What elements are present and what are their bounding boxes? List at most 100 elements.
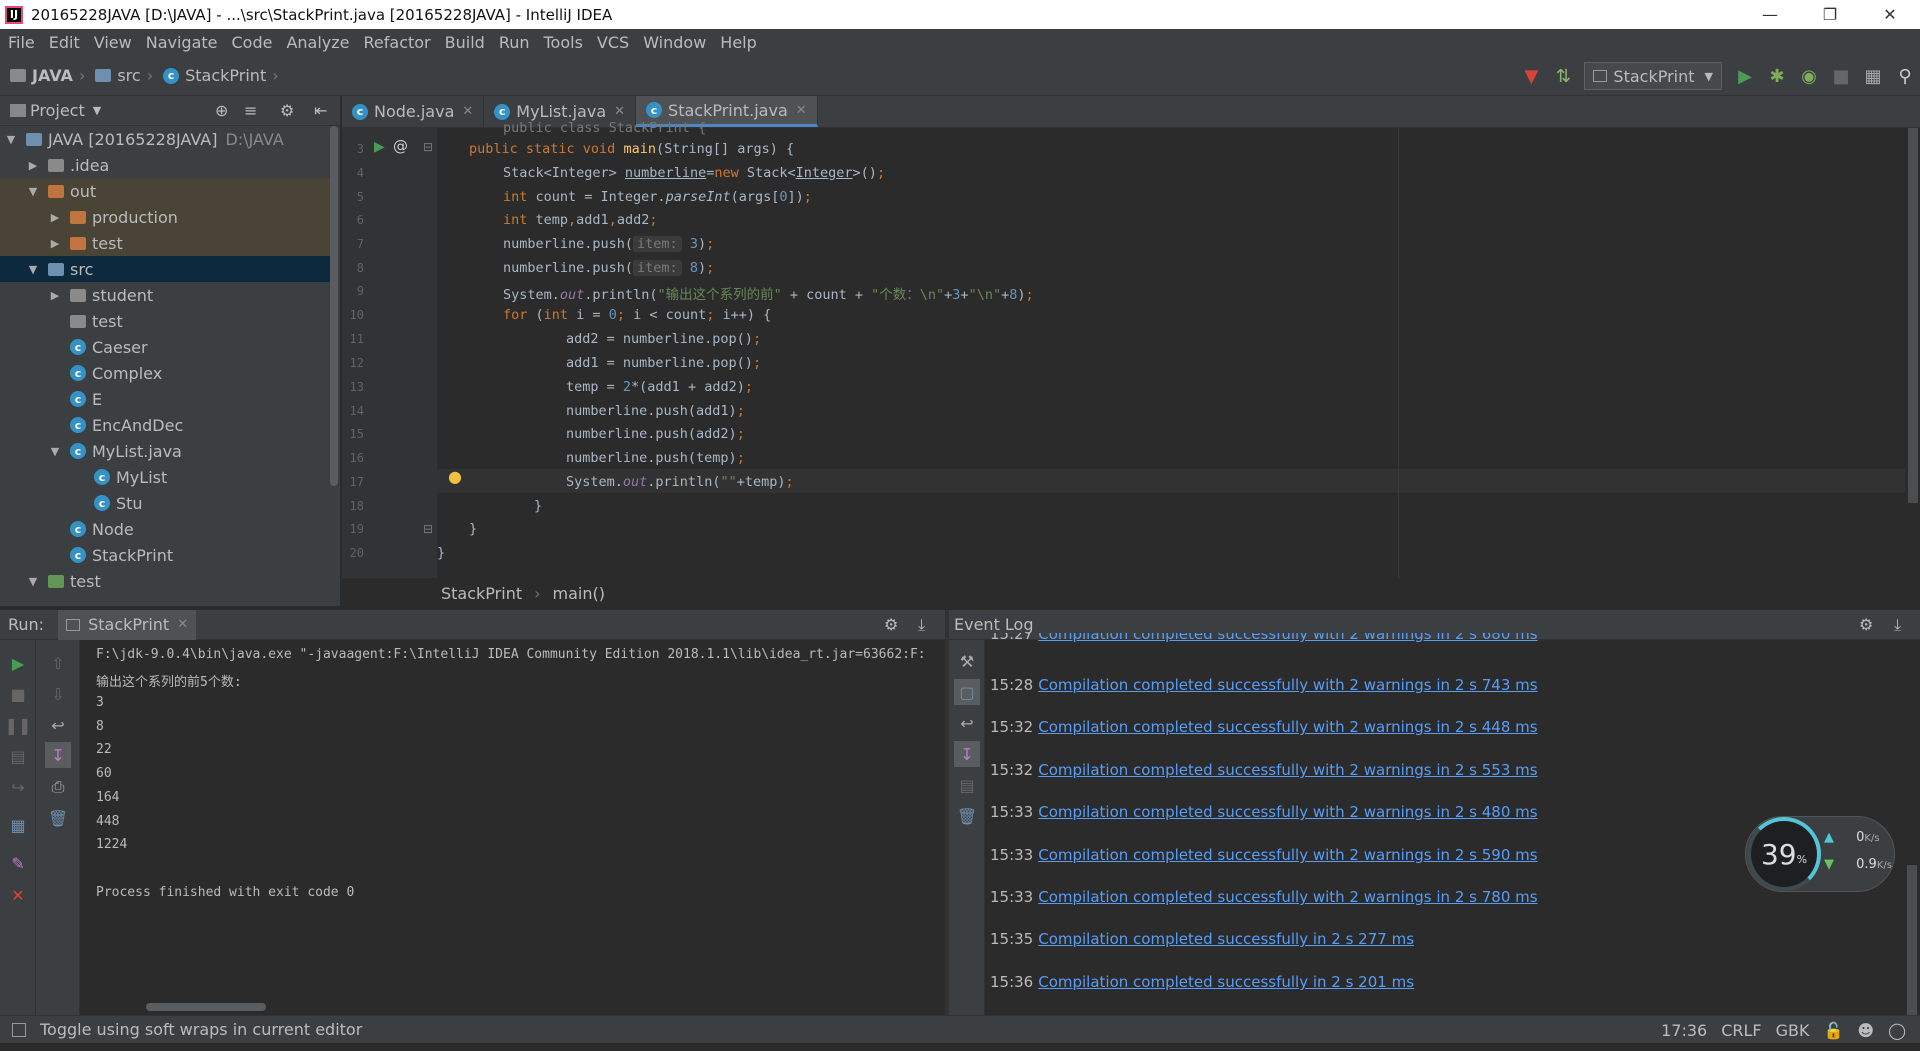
hide-panel-icon[interactable]: ⇤ [314, 101, 327, 120]
collapse-all-icon[interactable]: ≡ [244, 101, 257, 120]
caret-position[interactable]: 17:36 [1661, 1021, 1707, 1040]
menu-tools[interactable]: Tools [536, 33, 589, 52]
menu-vcs[interactable]: VCS [589, 33, 635, 52]
close-icon[interactable]: ✕ [177, 617, 188, 632]
close-icon[interactable]: ✕ [462, 104, 473, 119]
tree-item-mylist[interactable]: c MyList [0, 464, 330, 490]
menu-file[interactable]: File [0, 33, 41, 52]
chevron-down-icon[interactable]: ▼ [93, 104, 101, 117]
tree-item-stu[interactable]: c Stu [0, 490, 330, 516]
search-icon[interactable]: ⚲ [1890, 61, 1920, 91]
tree-item-out-test[interactable]: ▶ test [0, 230, 330, 256]
tree-item-caeser[interactable]: c Caeser [0, 334, 330, 360]
scroll-to-end-icon[interactable]: ↧ [45, 742, 71, 768]
event-link[interactable]: Compilation completed successfully in 2 … [1038, 930, 1414, 948]
tree-item-stackprint[interactable]: c StackPrint [0, 542, 330, 568]
tree-item-module[interactable]: ▼ JAVA [20165228JAVA] D:\JAVA [0, 126, 330, 152]
mark-read-icon[interactable]: ▢ [954, 679, 980, 705]
exit-icon[interactable]: ↪ [5, 774, 31, 800]
tree-item-out[interactable]: ▼ out [0, 178, 330, 204]
arrow-down-icon[interactable]: ⇩ [45, 681, 71, 707]
tree-item-production[interactable]: ▶ production [0, 204, 330, 230]
tree-item-mylist-java[interactable]: ▼ c MyList.java [0, 438, 330, 464]
build-hammer-icon[interactable]: ▼ [1516, 61, 1546, 91]
tree-item-test[interactable]: ▼ test [0, 568, 330, 594]
event-link[interactable]: Compilation completed successfully with … [1038, 633, 1537, 643]
layout-icon[interactable]: ▦ [5, 812, 31, 838]
soft-wrap-icon[interactable]: ↩ [45, 712, 71, 738]
debug-icon[interactable]: ✱ [1762, 61, 1792, 91]
tree-item-src[interactable]: ▼ src [0, 256, 330, 282]
close-run-icon[interactable]: ✕ [5, 882, 31, 908]
coverage-icon[interactable]: ◉ [1794, 61, 1824, 91]
console-output[interactable] [80, 640, 945, 1015]
editor-scrollbar[interactable] [1908, 128, 1918, 503]
hide-panel-icon[interactable]: ⤓ [918, 615, 925, 635]
fold-icon[interactable]: ⊟ [423, 140, 433, 154]
menu-run[interactable]: Run [491, 33, 536, 52]
lightbulb-icon[interactable]: ● [448, 467, 462, 486]
tree-item-student[interactable]: ▶ student [0, 282, 330, 308]
rerun-icon[interactable]: ▶ [5, 650, 31, 676]
project-structure-icon[interactable]: ▦ [1858, 61, 1888, 91]
minimize-button[interactable]: — [1740, 0, 1800, 29]
event-link[interactable]: Compilation completed successfully with … [1038, 676, 1537, 694]
print-icon[interactable]: ⎙ [45, 774, 71, 800]
event-link[interactable]: Compilation completed successfully with … [1038, 888, 1537, 906]
locate-icon[interactable]: ⊕ [215, 101, 228, 120]
trash-icon[interactable]: 🗑 [45, 805, 71, 831]
tab-node-java[interactable]: c Node.java ✕ [342, 96, 485, 127]
line-separator[interactable]: CRLF [1721, 1021, 1761, 1040]
export-icon[interactable]: ▤ [954, 772, 980, 798]
menu-code[interactable]: Code [224, 33, 279, 52]
fold-icon[interactable]: ⊟ [423, 522, 433, 536]
breadcrumb-file[interactable]: c StackPrint › [163, 66, 279, 85]
close-button[interactable]: ✕ [1860, 0, 1920, 29]
close-icon[interactable]: ✕ [796, 103, 807, 118]
file-encoding[interactable]: GBK [1776, 1021, 1810, 1040]
menu-analyze[interactable]: Analyze [278, 33, 355, 52]
menu-window[interactable]: Window [635, 33, 712, 52]
annotation-icon[interactable]: @ [393, 137, 408, 155]
restore-button[interactable]: ❐ [1800, 0, 1860, 29]
trash-icon[interactable]: 🗑 [954, 803, 980, 829]
stop-icon[interactable]: ■ [5, 681, 31, 707]
scroll-to-end-icon[interactable]: ↧ [954, 741, 980, 767]
tree-item-complex[interactable]: c Complex [0, 360, 330, 386]
pause-icon[interactable]: ❚❚ [5, 712, 32, 738]
tree-item-e[interactable]: c E [0, 386, 330, 412]
arrow-up-icon[interactable]: ⇧ [45, 650, 71, 676]
gear-icon[interactable]: ⚙ [280, 101, 294, 120]
run-tab-stackprint[interactable]: StackPrint ✕ [58, 609, 197, 640]
menu-navigate[interactable]: Navigate [138, 33, 224, 52]
lock-icon[interactable]: 🔓 [1823, 1021, 1843, 1040]
project-view-selector[interactable]: Project [30, 101, 85, 120]
soft-wrap-icon[interactable]: ↩ [954, 710, 980, 736]
gear-icon[interactable]: ⚙ [884, 615, 898, 634]
close-icon[interactable]: ✕ [614, 104, 625, 119]
menu-help[interactable]: Help [712, 33, 762, 52]
menu-view[interactable]: View [86, 33, 138, 52]
menu-build[interactable]: Build [437, 33, 491, 52]
event-link[interactable]: Compilation completed successfully with … [1038, 718, 1537, 736]
menu-edit[interactable]: Edit [41, 33, 86, 52]
run-icon[interactable]: ▶ [1730, 61, 1760, 91]
sort-icon[interactable]: ⇅ [1548, 61, 1578, 91]
inspector-icon[interactable]: ☻ [1857, 1021, 1874, 1040]
settings-wrench-icon[interactable]: ⚒ [954, 648, 980, 674]
console-horizontal-scrollbar[interactable] [146, 1003, 266, 1011]
event-link[interactable]: Compilation completed successfully in 2 … [1038, 973, 1414, 991]
run-configuration-dropdown[interactable]: StackPrint ▼ [1584, 62, 1722, 90]
breadcrumb-folder[interactable]: src › [95, 66, 153, 85]
breadcrumb-project[interactable]: JAVA › [10, 66, 85, 85]
stop-icon[interactable]: ■ [1826, 61, 1856, 91]
gear-icon[interactable]: ⚙ [1859, 615, 1873, 634]
event-log-scrollbar[interactable] [1907, 865, 1917, 1015]
tree-item-node[interactable]: c Node [0, 516, 330, 542]
tree-item-src-test[interactable]: test [0, 308, 330, 334]
dump-threads-icon[interactable]: ▤ [5, 743, 31, 769]
editor-crumb-method[interactable]: main() [553, 584, 605, 603]
event-bubble-icon[interactable]: ◯ [1888, 1021, 1906, 1040]
event-link[interactable]: Compilation completed successfully with … [1038, 803, 1537, 821]
event-link[interactable]: Compilation completed successfully with … [1038, 761, 1537, 779]
